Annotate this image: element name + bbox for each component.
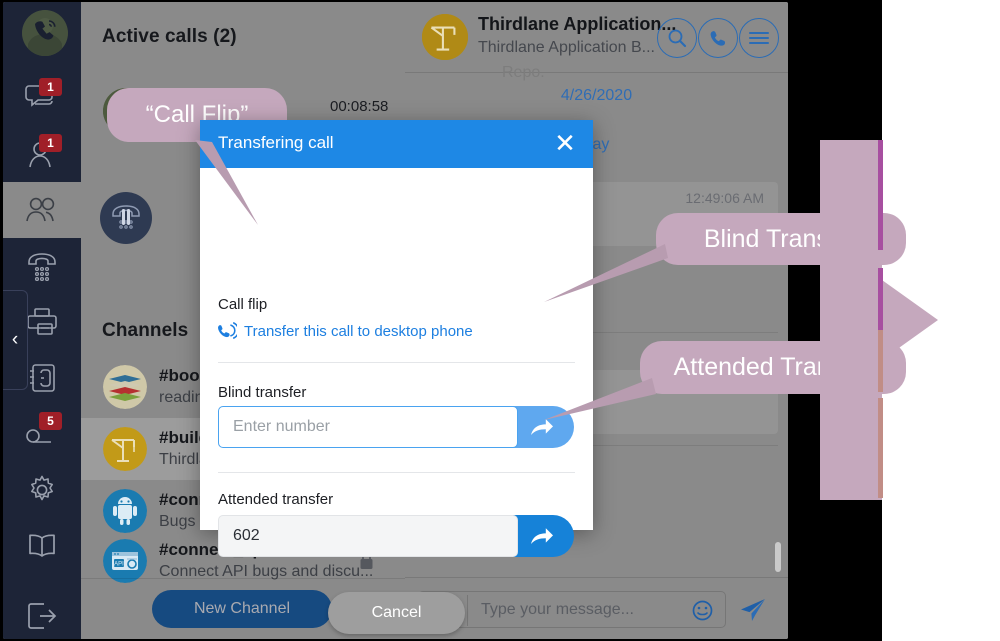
printer-fax-icon [27, 308, 57, 335]
chat-menu-button[interactable] [739, 18, 779, 58]
dialog-divider [218, 472, 575, 473]
smiley-icon[interactable] [692, 600, 713, 626]
crane-icon [103, 427, 147, 471]
chat-unread-badge: 1 [39, 78, 62, 96]
dialog-divider [218, 362, 575, 363]
api-icon: API [103, 539, 147, 583]
sidebar-collapse-button[interactable]: ‹ [3, 290, 28, 390]
chat-scrollbar[interactable] [775, 542, 781, 572]
books-icon [103, 365, 147, 409]
active-calls-title: Active calls (2) [102, 26, 237, 47]
phone-book-icon [30, 364, 55, 392]
cancel-button[interactable]: Cancel [328, 592, 465, 634]
composer-divider [467, 595, 468, 626]
attended-transfer-submit-button[interactable] [510, 515, 574, 557]
new-channel-button[interactable]: New Channel [152, 590, 332, 628]
chat-call-button[interactable] [698, 18, 738, 58]
blind-transfer-placeholder: Enter number [233, 418, 330, 435]
attended-transfer-value: 602 [233, 527, 260, 544]
list-divider [81, 578, 405, 579]
message-input-placeholder: Type your message... [481, 601, 634, 618]
channels-title: Channels [102, 320, 189, 341]
sidebar-item-phone[interactable] [3, 238, 81, 294]
call-flip-label: Call flip [218, 296, 268, 313]
sidebar-item-settings[interactable] [3, 462, 81, 518]
contacts-unread-badge: 1 [39, 134, 62, 152]
date-separator: 4/26/2020 [560, 87, 633, 104]
attended-transfer-label: Attended transfer [218, 491, 334, 508]
book-icon [29, 534, 55, 557]
chat-search-button[interactable] [657, 18, 697, 58]
chat-subtitle: Thirdlane Application B... [478, 39, 655, 56]
chevron-left-icon: ‹ [11, 329, 19, 350]
close-icon[interactable]: ✕ [551, 130, 579, 158]
desk-phone-icon [28, 253, 56, 281]
sidebar-item-help[interactable] [3, 518, 81, 574]
android-icon [103, 489, 147, 533]
blind-transfer-input[interactable]: Enter number [218, 406, 518, 448]
group-people-icon [26, 197, 55, 222]
call-flip-icon[interactable] [218, 322, 240, 344]
chat-header: Thirdlane Application... Thirdlane Appli… [405, 2, 788, 73]
gear-icon [31, 475, 53, 501]
sidebar-item-voicemail[interactable]: 5 [3, 406, 81, 462]
sidebar-item-chat[interactable]: 1 [3, 70, 81, 126]
page-title: Thirdlane Application... [478, 14, 677, 34]
annotation-pointer-attended [544, 378, 656, 420]
chat-avatar [422, 14, 468, 60]
attended-transfer-input[interactable]: 602 [218, 515, 518, 557]
logout-icon [28, 603, 57, 629]
annotation-pointer-call-flip [195, 140, 258, 225]
new-channel-label: New Channel [193, 600, 291, 617]
call-flip-link[interactable]: Transfer this call to desktop phone [244, 323, 473, 340]
message-time: 12:49:06 AM [685, 190, 764, 206]
search-icon [668, 29, 687, 48]
sidebar-item-contacts[interactable]: 1 [3, 126, 81, 182]
svg-text:API: API [114, 562, 124, 568]
blind-transfer-label: Blind transfer [218, 384, 307, 401]
annotation-chevron [820, 140, 938, 500]
sidebar-item-logout[interactable] [3, 588, 81, 639]
annotation-pointer-blind [544, 244, 668, 302]
avatar[interactable] [22, 10, 68, 56]
forward-arrow-icon [531, 528, 553, 544]
voicemail-unread-badge: 5 [39, 412, 62, 430]
repo-label: Repo. [502, 64, 545, 81]
phone-icon [710, 30, 725, 46]
screenshot-root: 1 1 5 ‹ Active calls (2) 00:08:58 Channe… [0, 0, 1000, 641]
hamburger-menu-icon [749, 32, 769, 44]
cancel-label: Cancel [371, 604, 422, 621]
send-paper-plane-icon[interactable] [740, 598, 766, 627]
sidebar-item-channels[interactable] [3, 182, 81, 238]
